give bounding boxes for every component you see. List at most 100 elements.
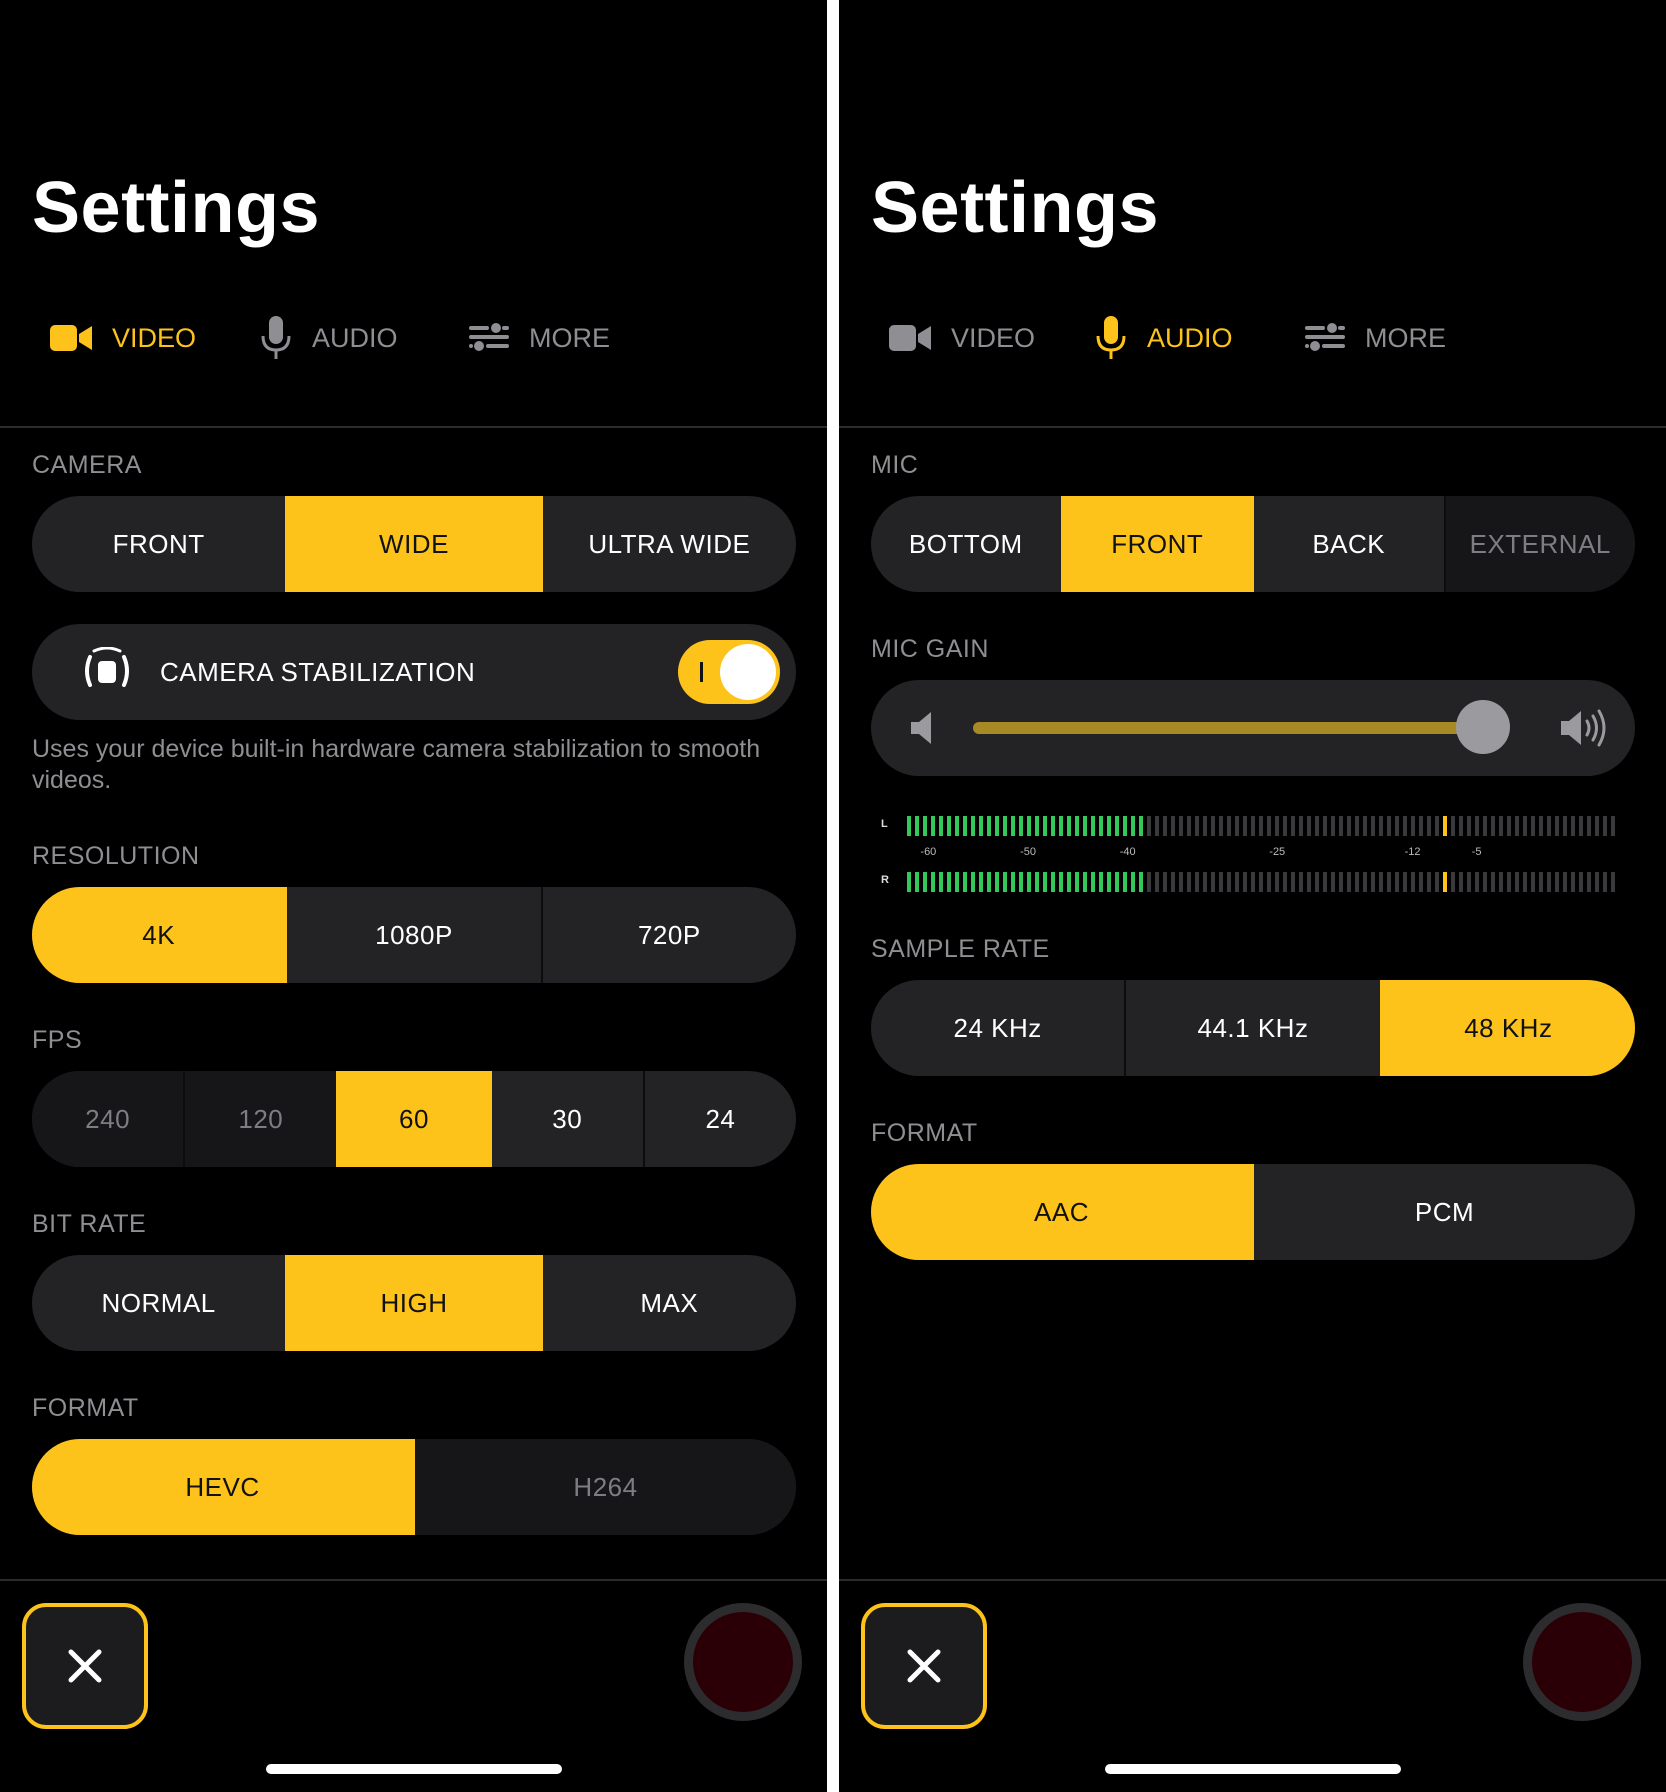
level-segment <box>923 816 927 836</box>
level-segment <box>1003 816 1007 836</box>
stabilization-toggle[interactable] <box>678 640 780 704</box>
mic-option-back[interactable]: BACK <box>1252 496 1444 592</box>
level-segment <box>1091 872 1095 892</box>
divider <box>839 426 1666 428</box>
level-segment <box>1171 872 1175 892</box>
level-segment <box>1267 816 1271 836</box>
level-segment <box>915 816 919 836</box>
level-segment <box>1307 816 1311 836</box>
level-segment <box>1427 872 1431 892</box>
level-segment <box>1019 872 1023 892</box>
level-segment <box>1499 872 1503 892</box>
level-segment <box>1147 816 1151 836</box>
close-button[interactable] <box>861 1603 987 1729</box>
tab-video[interactable]: VIDEO <box>50 312 196 364</box>
fps-selector: 240 120 60 30 24 <box>32 1071 796 1167</box>
level-segment <box>1299 816 1303 836</box>
level-segment <box>1251 816 1255 836</box>
scale-tick: -25 <box>1269 846 1286 858</box>
level-segment <box>1291 816 1295 836</box>
channel-label-left: L <box>881 818 888 830</box>
level-segment <box>1323 872 1327 892</box>
level-segment <box>1475 816 1479 836</box>
mic-option-bottom[interactable]: BOTTOM <box>871 496 1061 592</box>
fps-option-120[interactable]: 120 <box>183 1071 337 1167</box>
bit-rate-option-max[interactable]: MAX <box>540 1255 796 1351</box>
home-indicator[interactable] <box>266 1764 562 1774</box>
audio-format-section-label: FORMAT <box>871 1119 978 1147</box>
sample-rate-option-24[interactable]: 24 KHz <box>871 980 1124 1076</box>
level-segment <box>1403 816 1407 836</box>
fps-option-24[interactable]: 24 <box>642 1071 796 1167</box>
tab-label: MORE <box>529 322 610 353</box>
level-segment <box>1259 816 1263 836</box>
level-segment <box>1499 816 1503 836</box>
format-option-h264[interactable]: H264 <box>413 1439 796 1535</box>
level-segment <box>1283 816 1287 836</box>
fps-option-240[interactable]: 240 <box>32 1071 184 1167</box>
level-segment <box>1179 872 1183 892</box>
level-segment <box>1307 872 1311 892</box>
level-segment <box>1379 872 1383 892</box>
home-indicator[interactable] <box>1105 1764 1401 1774</box>
level-segment <box>1411 816 1415 836</box>
sliders-icon <box>469 323 509 351</box>
level-segment <box>979 872 983 892</box>
screen-divider <box>827 0 839 1792</box>
sample-rate-option-48[interactable]: 48 KHz <box>1379 980 1635 1076</box>
resolution-option-4k[interactable]: 4K <box>32 887 286 983</box>
scale-tick: -50 <box>1020 846 1036 858</box>
bit-rate-option-high[interactable]: HIGH <box>285 1255 541 1351</box>
level-segment <box>971 816 975 836</box>
level-segment <box>1235 872 1239 892</box>
bit-rate-section-label: BIT RATE <box>32 1210 147 1238</box>
scale-tick: -60 <box>920 846 937 858</box>
record-button[interactable] <box>1523 1603 1641 1721</box>
level-segment <box>1123 872 1127 892</box>
format-option-pcm[interactable]: PCM <box>1252 1164 1635 1260</box>
format-option-hevc[interactable]: HEVC <box>32 1439 413 1535</box>
fps-option-60[interactable]: 60 <box>336 1071 490 1167</box>
resolution-option-1080p[interactable]: 1080P <box>285 887 540 983</box>
level-segment <box>1003 872 1007 892</box>
level-segment <box>947 872 951 892</box>
level-segment <box>1387 816 1391 836</box>
divider <box>0 1579 827 1581</box>
mic-gain-thumb[interactable] <box>1456 700 1510 754</box>
mic-option-front[interactable]: FRONT <box>1060 496 1252 592</box>
resolution-option-720p[interactable]: 720P <box>540 887 796 983</box>
level-segment <box>1587 872 1591 892</box>
camera-option-wide[interactable]: WIDE <box>285 496 541 592</box>
close-icon <box>68 1649 102 1683</box>
level-segment <box>1387 872 1391 892</box>
level-segment <box>1059 872 1063 892</box>
level-segment <box>1531 872 1535 892</box>
level-segment <box>1571 872 1575 892</box>
level-segment <box>1179 816 1183 836</box>
mic-option-external[interactable]: EXTERNAL <box>1443 496 1635 592</box>
level-segment <box>1435 872 1439 892</box>
tab-video[interactable]: VIDEO <box>889 312 1035 364</box>
tab-audio[interactable]: AUDIO <box>1095 312 1233 364</box>
divider <box>839 1579 1666 1581</box>
level-segment <box>1379 816 1383 836</box>
tab-audio[interactable]: AUDIO <box>260 312 398 364</box>
camera-option-front[interactable]: FRONT <box>32 496 285 592</box>
format-option-aac[interactable]: AAC <box>871 1164 1252 1260</box>
level-segment <box>1123 816 1127 836</box>
bit-rate-option-normal[interactable]: NORMAL <box>32 1255 285 1351</box>
level-segment <box>1595 816 1599 836</box>
fps-option-30[interactable]: 30 <box>489 1071 643 1167</box>
video-format-selector: HEVC H264 <box>32 1439 796 1535</box>
record-button[interactable] <box>684 1603 802 1721</box>
tab-more[interactable]: MORE <box>469 312 610 364</box>
screenshot-pair: Settings VIDEO AUDIO MORE CAMERA FRONT W… <box>0 0 1666 1792</box>
sample-rate-option-44-1[interactable]: 44.1 KHz <box>1124 980 1379 1076</box>
level-segment <box>1563 872 1567 892</box>
mic-gain-slider[interactable] <box>973 722 1493 734</box>
level-segment <box>1611 816 1615 836</box>
mic-gain-slider-row <box>871 680 1635 776</box>
tab-more[interactable]: MORE <box>1305 312 1446 364</box>
close-button[interactable] <box>22 1603 148 1729</box>
camera-option-ultra-wide[interactable]: ULTRA WIDE <box>540 496 796 592</box>
